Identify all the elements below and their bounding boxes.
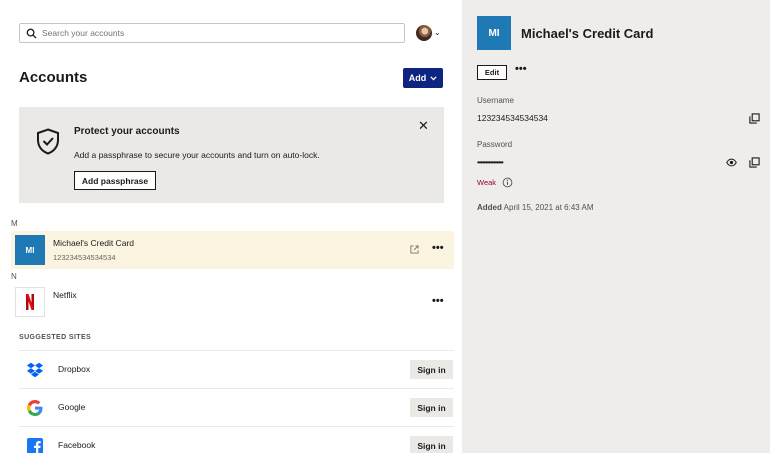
password-value: •••••••••••••••• xyxy=(477,158,504,167)
sign-in-button[interactable]: Sign in xyxy=(410,360,453,379)
edit-button[interactable]: Edit xyxy=(477,65,507,80)
facebook-icon xyxy=(27,438,43,453)
page-title: Accounts xyxy=(19,69,88,86)
account-detail-pane: MI Michael's Credit Card Edit ••• Userna… xyxy=(462,0,770,453)
account-row-michaels-credit-card[interactable]: MI Michael's Credit Card 123234534534534… xyxy=(11,231,454,269)
passphrase-banner: Protect your accounts Add a passphrase t… xyxy=(19,107,444,203)
info-icon[interactable] xyxy=(502,177,513,188)
add-button[interactable]: Add xyxy=(403,68,443,88)
accounts-pane: ⌄ Accounts Add Protect your accounts Add… xyxy=(0,0,462,453)
site-name: Google xyxy=(58,402,86,412)
sign-in-button[interactable]: Sign in xyxy=(410,436,453,453)
app-window: ⌄ Accounts Add Protect your accounts Add… xyxy=(0,0,770,453)
suggested-site-row: Facebook Sign in xyxy=(19,426,454,453)
username-value: 123234534534534 xyxy=(477,113,548,123)
added-date: Added April 15, 2021 at 6:43 AM xyxy=(477,203,594,212)
search-icon xyxy=(26,28,37,39)
account-tile: MI xyxy=(15,235,45,265)
banner-text: Add a passphrase to secure your accounts… xyxy=(74,150,320,160)
more-options-icon[interactable]: ••• xyxy=(432,243,444,254)
suggested-site-row: Google Sign in xyxy=(19,388,454,426)
site-name: Facebook xyxy=(58,440,96,450)
open-external-icon[interactable] xyxy=(410,245,419,254)
chevron-down-icon: ⌄ xyxy=(434,28,441,37)
avatar[interactable] xyxy=(416,25,432,41)
sign-in-button[interactable]: Sign in xyxy=(410,398,453,417)
copy-icon[interactable] xyxy=(749,113,760,124)
add-passphrase-button[interactable]: Add passphrase xyxy=(74,171,156,190)
password-strength: Weak xyxy=(477,177,513,188)
netflix-logo-icon xyxy=(15,287,45,317)
close-icon[interactable]: ✕ xyxy=(418,119,429,132)
account-username: 123234534534534 xyxy=(53,253,116,262)
banner-title: Protect your accounts xyxy=(74,126,180,137)
search-box[interactable] xyxy=(19,23,405,43)
copy-icon[interactable] xyxy=(749,157,760,168)
eye-icon[interactable] xyxy=(726,157,737,168)
account-menu[interactable]: ⌄ xyxy=(416,25,441,41)
added-value: April 15, 2021 at 6:43 AM xyxy=(503,203,594,212)
account-name: Netflix xyxy=(53,290,77,300)
account-row-netflix[interactable]: Netflix ••• xyxy=(11,284,454,322)
site-name: Dropbox xyxy=(58,364,91,374)
password-label: Password xyxy=(477,140,513,149)
more-options-icon[interactable]: ••• xyxy=(432,296,444,307)
dropbox-icon xyxy=(26,362,44,378)
add-button-label: Add xyxy=(408,73,427,83)
detail-title: Michael's Credit Card xyxy=(521,26,654,41)
username-label: Username xyxy=(477,96,514,105)
search-input[interactable] xyxy=(42,28,382,38)
strength-label: Weak xyxy=(477,178,497,187)
suggested-site-row: Dropbox Sign in xyxy=(19,350,454,388)
account-name: Michael's Credit Card xyxy=(53,238,134,248)
shield-check-icon xyxy=(37,128,59,155)
google-icon xyxy=(27,400,43,416)
chevron-down-icon xyxy=(430,75,437,80)
group-letter: M xyxy=(11,219,18,228)
added-label: Added xyxy=(477,203,502,212)
detail-account-tile: MI xyxy=(477,16,511,50)
suggested-sites-heading: SUGGESTED SITES xyxy=(19,334,92,341)
group-letter: N xyxy=(11,272,17,281)
more-options-icon[interactable]: ••• xyxy=(515,64,527,75)
